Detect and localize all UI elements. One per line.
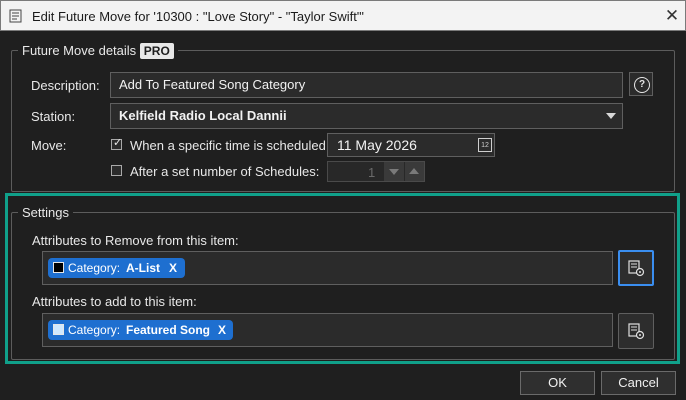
station-value: Kelfield Radio Local Dannii <box>119 108 287 123</box>
time-scheduled-label[interactable]: When a specific time is scheduled: <box>130 138 329 153</box>
spin-down-button[interactable] <box>384 162 404 181</box>
chevron-down-icon <box>606 113 616 119</box>
close-icon[interactable]: ✕ <box>663 6 681 26</box>
help-icon: ? <box>634 77 650 93</box>
future-move-group-label: Future Move details PRO <box>18 42 178 60</box>
schedules-count-checkbox[interactable] <box>111 165 122 176</box>
future-move-title: Future Move details <box>22 43 137 58</box>
schedules-count-spinner[interactable]: 1 <box>327 161 425 182</box>
description-field[interactable]: Add To Featured Song Category <box>110 72 623 98</box>
time-scheduled-checkbox[interactable]: ✓ <box>111 137 123 150</box>
title-bar: Edit Future Move for '10300 : "Love Stor… <box>0 0 686 31</box>
move-label: Move: <box>31 138 67 153</box>
calendar-icon[interactable]: 12 <box>478 138 492 152</box>
date-value: 11 May 2026 <box>337 137 417 153</box>
station-select[interactable]: Kelfield Radio Local Dannii <box>110 103 623 129</box>
check-icon: ✓ <box>113 137 123 149</box>
spin-up-button[interactable] <box>405 162 424 181</box>
window-title: Edit Future Move for '10300 : "Love Stor… <box>32 9 364 24</box>
schedules-count-label[interactable]: After a set number of Schedules: <box>130 164 319 179</box>
ok-button[interactable]: OK <box>520 371 595 395</box>
station-label: Station: <box>31 109 76 124</box>
app-document-icon <box>9 9 22 23</box>
help-button[interactable]: ? <box>629 72 653 96</box>
description-label: Description: <box>31 78 100 93</box>
cancel-button[interactable]: Cancel <box>601 371 676 395</box>
date-picker[interactable]: 11 May 2026 12 <box>327 133 495 157</box>
arrow-down-icon <box>389 169 399 175</box>
settings-highlight-frame <box>5 193 680 364</box>
arrow-up-icon <box>409 168 419 174</box>
pro-badge: PRO <box>139 43 174 59</box>
schedules-count-value: 1 <box>368 165 376 180</box>
